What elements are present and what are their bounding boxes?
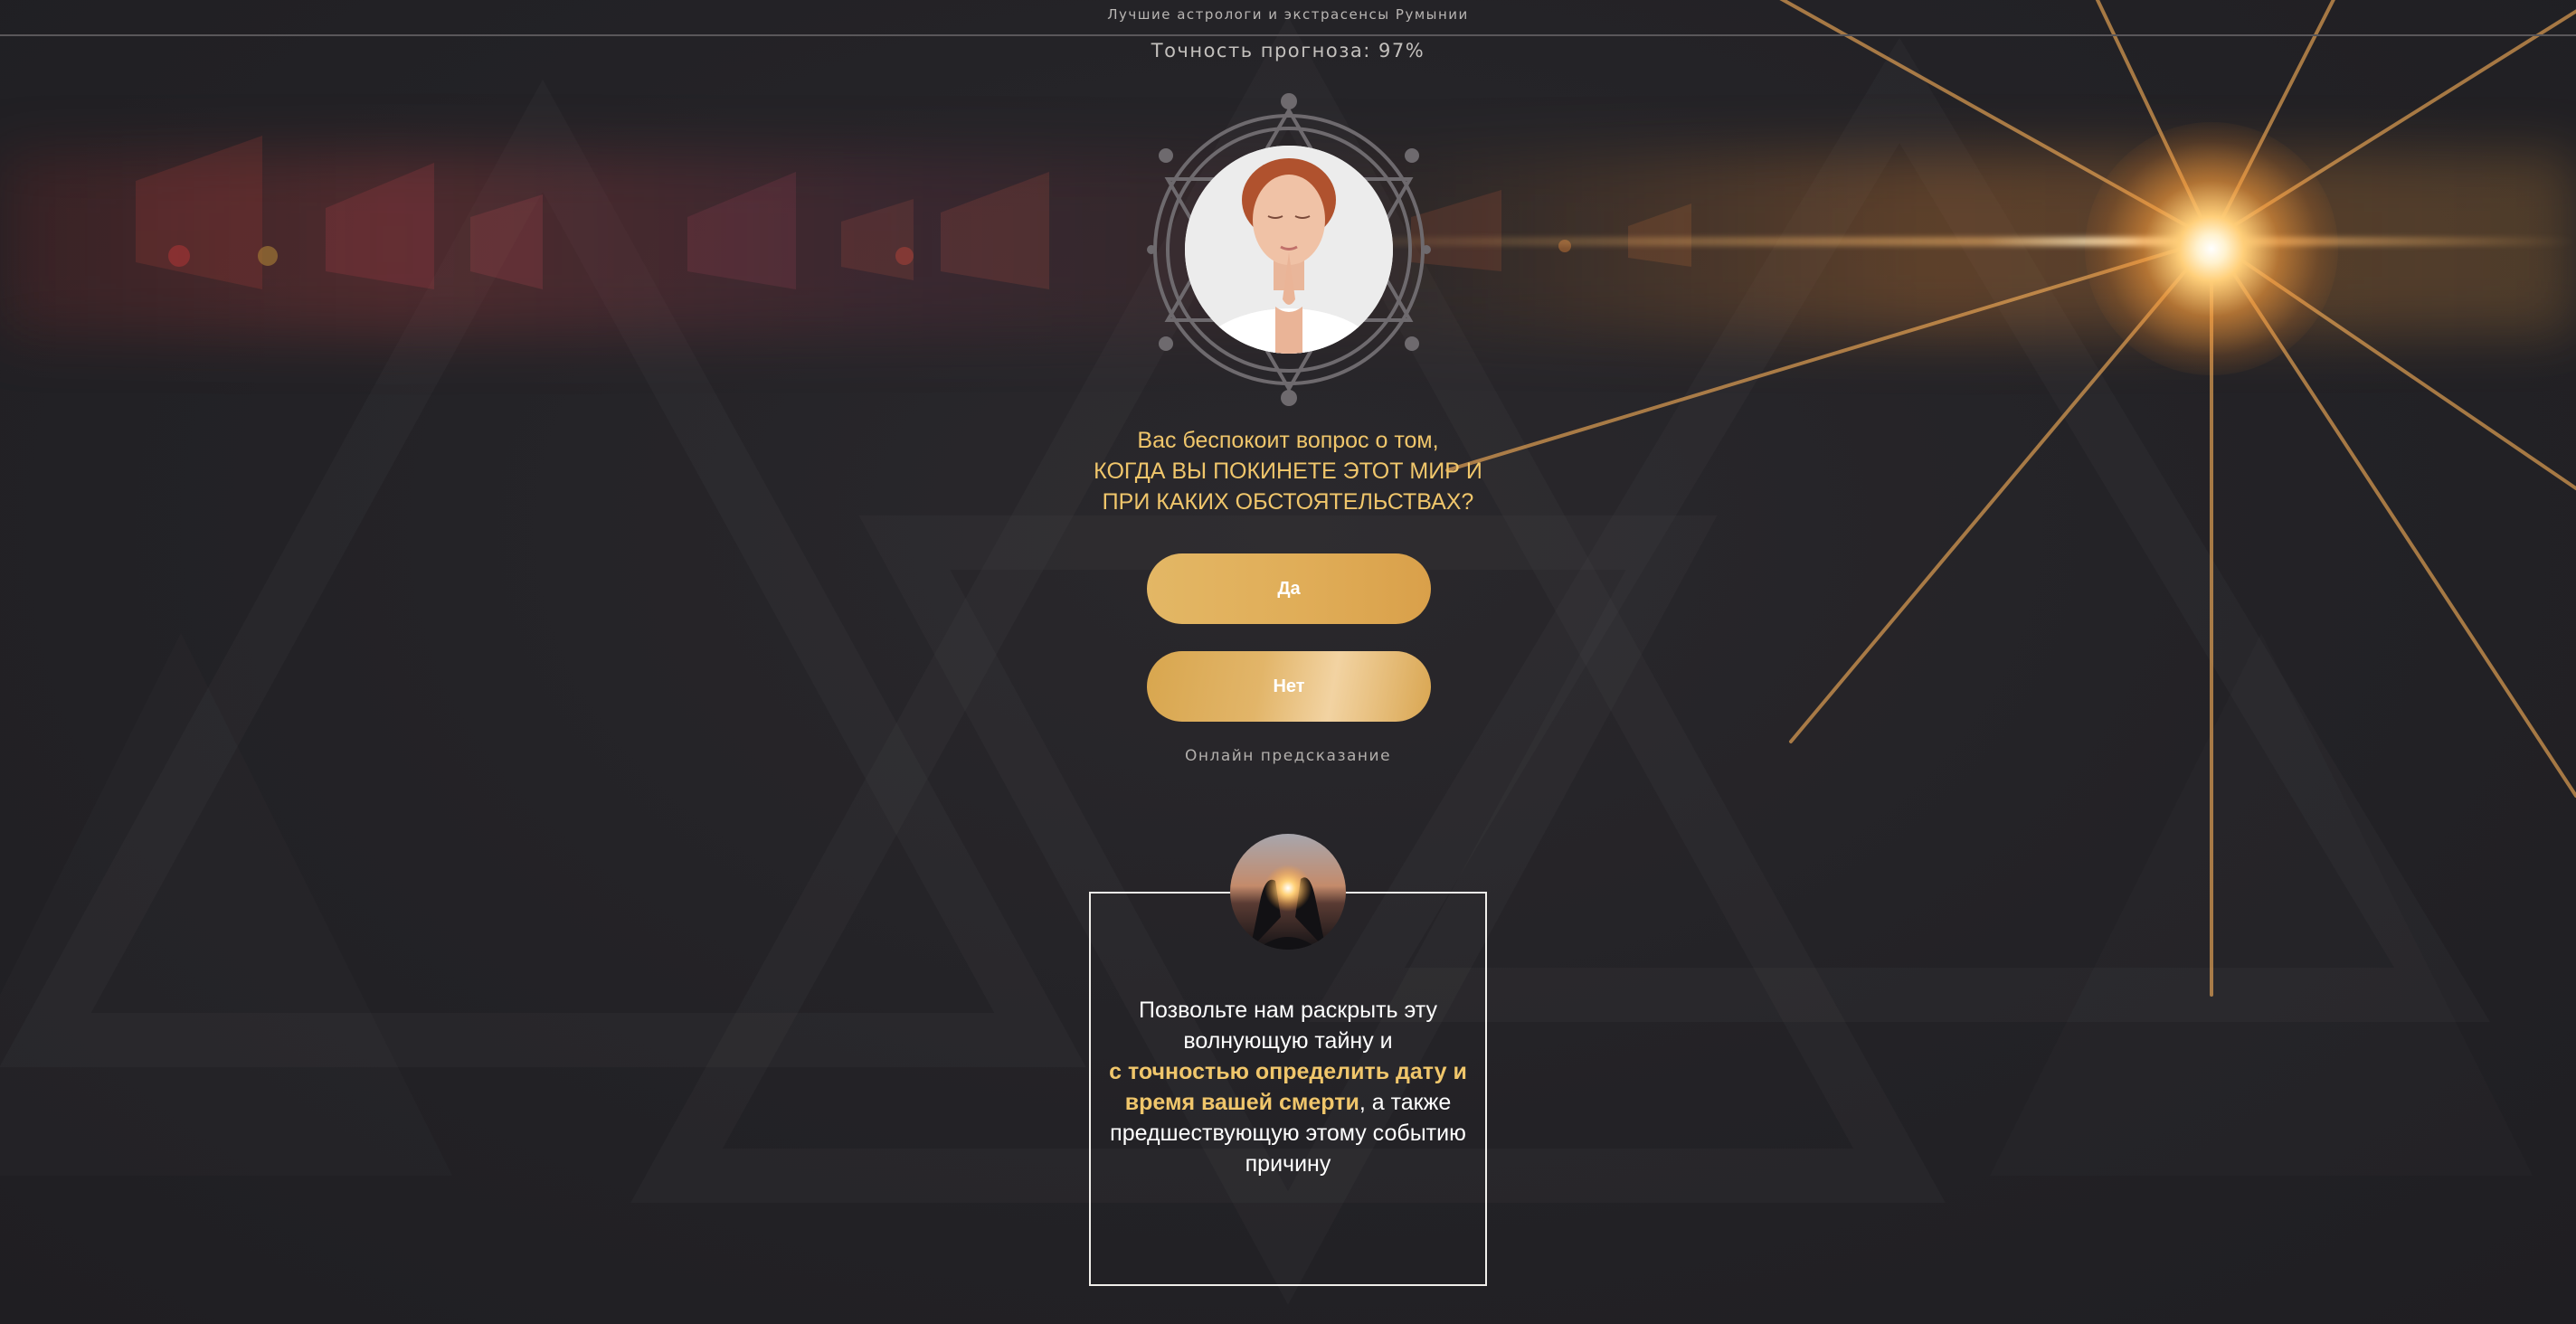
question-line-2: КОГДА ВЫ ПОКИНЕТЕ ЭТОТ МИР И bbox=[1094, 459, 1482, 484]
question-line-3: ПРИ КАКИХ ОБСТОЯТЕЛЬСТВАХ? bbox=[1102, 489, 1474, 515]
praying-woman-image bbox=[1185, 146, 1393, 354]
question-text: Вас беспокоит вопрос о том, КОГДА ВЫ ПОК… bbox=[1017, 425, 1559, 517]
page: Лучшие астрологи и экстрасенсы Румынии Т… bbox=[0, 0, 2576, 1324]
question-line-1: Вас беспокоит вопрос о том, bbox=[1137, 428, 1439, 453]
hands-photo bbox=[1230, 834, 1346, 950]
online-prediction-label: Онлайн предсказание bbox=[1184, 747, 1392, 765]
avatar-photo bbox=[1185, 146, 1393, 354]
top-banner-text: Лучшие астрологи и экстрасенсы Румынии bbox=[1107, 6, 1469, 23]
no-button[interactable]: Нет bbox=[1147, 651, 1431, 722]
accuracy-label: Точность прогноза: 97% bbox=[1151, 40, 1425, 61]
info-text: Позвольте нам раскрыть эту волнующую тай… bbox=[1103, 995, 1473, 1179]
lens-flare-streak bbox=[1266, 237, 2576, 246]
yes-button[interactable]: Да bbox=[1147, 553, 1431, 624]
avatar bbox=[1146, 90, 1432, 407]
lens-flare-core bbox=[2085, 122, 2338, 375]
top-banner: Лучшие астрологи и экстрасенсы Румынии bbox=[0, 0, 2576, 36]
hands-with-light-image bbox=[1230, 834, 1346, 950]
info-text-intro: Позвольте нам раскрыть эту волнующую тай… bbox=[1139, 998, 1437, 1054]
